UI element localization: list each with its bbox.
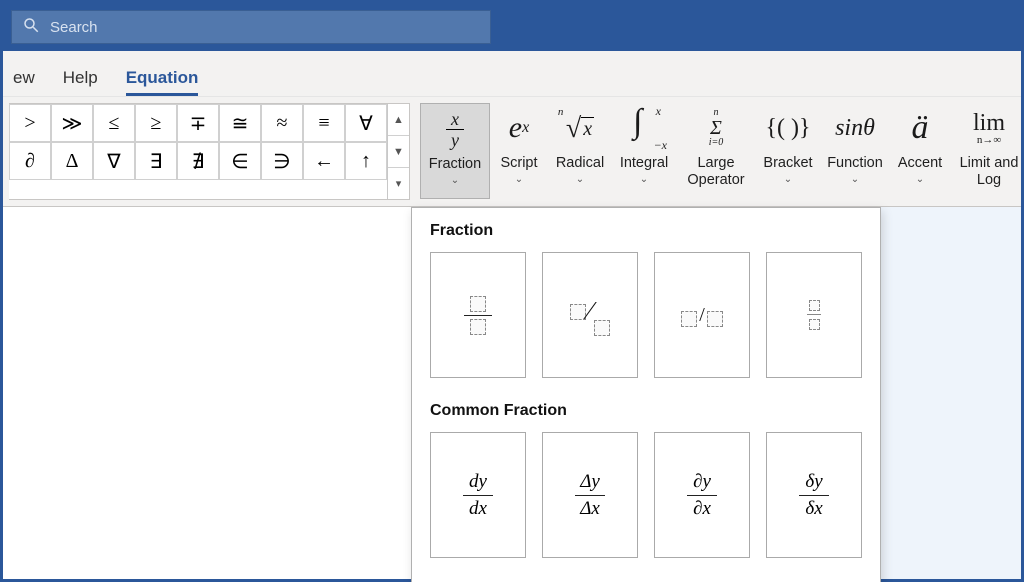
radical-button[interactable]: n√x Radical ⌄	[548, 103, 612, 199]
common-fraction-smalldelta[interactable]: δyδx	[766, 432, 862, 558]
symbol-cell[interactable]: ∈	[219, 142, 261, 180]
struct-label: Fraction	[429, 156, 481, 173]
symbol-cell[interactable]: ∇	[93, 142, 135, 180]
symbol-cell[interactable]: ∄	[177, 142, 219, 180]
symbol-cell[interactable]: ←	[303, 142, 345, 180]
title-bar: Search	[3, 3, 1021, 51]
symbol-cell[interactable]: ≥	[135, 104, 177, 142]
fraction-template-skewed[interactable]: ∕	[542, 252, 638, 378]
accent-button[interactable]: ä Accent ⌄	[890, 103, 950, 199]
chevron-down-icon: ⌄	[451, 175, 459, 186]
gallery-up-button[interactable]: ▲	[388, 104, 409, 136]
symbol-cell[interactable]: >	[9, 104, 51, 142]
symbol-cell[interactable]: ≤	[93, 104, 135, 142]
chevron-down-icon: ⌄	[640, 174, 648, 185]
struct-label: Integral	[620, 155, 668, 172]
function-icon: sinθ	[835, 107, 875, 149]
symbol-cell[interactable]: ≈	[261, 104, 303, 142]
symbol-cell[interactable]: ↑	[345, 142, 387, 180]
tab-equation[interactable]: Equation	[126, 68, 199, 96]
symbol-cell[interactable]: ≫	[51, 104, 93, 142]
radical-icon: n√x	[566, 107, 594, 149]
tab-help[interactable]: Help	[63, 68, 98, 96]
symbol-cell[interactable]: ≡	[303, 104, 345, 142]
chevron-down-icon: ⌄	[515, 174, 523, 185]
symbol-cell[interactable]: ∓	[177, 104, 219, 142]
common-fraction-partialypartialx[interactable]: ∂y∂x	[654, 432, 750, 558]
accent-icon: ä	[912, 107, 929, 149]
gallery-more-button[interactable]: ▾	[388, 168, 409, 199]
struct-label: Bracket	[763, 155, 812, 172]
chevron-down-icon: ⌄	[576, 174, 584, 185]
dropdown-section-title: Common Fraction	[430, 402, 862, 420]
fraction-button[interactable]: xy Fraction ⌄	[420, 103, 490, 199]
sigma-icon: nΣi=0	[709, 107, 724, 149]
document-area: Fraction ∕ / Common Fraction dydx ΔyΔx	[3, 207, 1021, 579]
limit-log-button[interactable]: limn→∞ Limit and Log	[950, 103, 1024, 199]
script-icon: ex	[509, 107, 529, 149]
common-fraction-dydx[interactable]: dydx	[430, 432, 526, 558]
chevron-down-icon: ⌄	[784, 174, 792, 185]
chevron-down-icon: ⌄	[851, 174, 859, 185]
ribbon: > ≫ ≤ ≥ ∓ ≅ ≈ ≡ ∀ ∂ Δ ∇ ∃ ∄ ∈ ∋ ← ↑ ▲ ▼ …	[3, 97, 1021, 207]
fraction-dropdown: Fraction ∕ / Common Fraction dydx ΔyΔx	[411, 207, 881, 582]
structure-group: xy Fraction ⌄ ex Script ⌄ n√x Radical ⌄ …	[420, 103, 1024, 200]
bracket-icon: {( )}	[765, 107, 810, 149]
search-icon	[22, 16, 40, 39]
dropdown-section-title: Fraction	[430, 222, 862, 240]
symbol-cell[interactable]: ∂	[9, 142, 51, 180]
integral-icon: ∫ x −x	[627, 107, 661, 149]
fraction-template-small[interactable]	[766, 252, 862, 378]
search-box[interactable]: Search	[11, 10, 491, 44]
script-button[interactable]: ex Script ⌄	[490, 103, 548, 199]
tab-view[interactable]: ew	[13, 68, 35, 96]
struct-label: Script	[500, 155, 537, 172]
common-fraction-deltaydeltax[interactable]: ΔyΔx	[542, 432, 638, 558]
limit-icon: limn→∞	[973, 107, 1005, 149]
fraction-template-stacked[interactable]	[430, 252, 526, 378]
chevron-down-icon: ⌄	[916, 174, 924, 185]
symbol-cell[interactable]: ≅	[219, 104, 261, 142]
bracket-button[interactable]: {( )} Bracket ⌄	[756, 103, 820, 199]
fraction-template-linear[interactable]: /	[654, 252, 750, 378]
fraction-icon: xy	[446, 108, 464, 150]
struct-label: Radical	[556, 155, 604, 172]
gallery-down-button[interactable]: ▼	[388, 136, 409, 168]
search-placeholder: Search	[50, 19, 98, 36]
ribbon-tabs: ew Help Equation	[3, 51, 1021, 97]
symbol-cell[interactable]: ∀	[345, 104, 387, 142]
symbol-gallery: > ≫ ≤ ≥ ∓ ≅ ≈ ≡ ∀ ∂ Δ ∇ ∃ ∄ ∈ ∋ ← ↑ ▲ ▼ …	[9, 103, 410, 200]
symbol-cell[interactable]: ∃	[135, 142, 177, 180]
symbol-cell[interactable]: Δ	[51, 142, 93, 180]
function-button[interactable]: sinθ Function ⌄	[820, 103, 890, 199]
document-page[interactable]	[3, 207, 423, 579]
struct-label: Large Operator	[687, 155, 744, 188]
struct-label: Accent	[898, 155, 942, 172]
symbol-cell[interactable]: ∋	[261, 142, 303, 180]
struct-label: Limit and Log	[960, 155, 1019, 188]
symbol-gallery-scroll: ▲ ▼ ▾	[387, 104, 409, 199]
struct-label: Function	[827, 155, 883, 172]
integral-button[interactable]: ∫ x −x Integral ⌄	[612, 103, 676, 199]
large-operator-button[interactable]: nΣi=0 Large Operator	[676, 103, 756, 199]
